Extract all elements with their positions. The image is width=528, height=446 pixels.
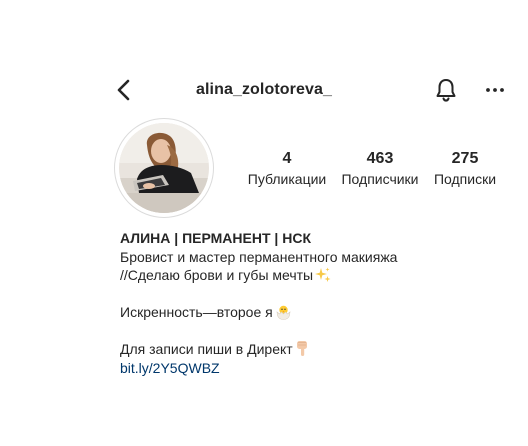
- profile-stats: 4 Публикации 463 Подписчики 275 Подписки: [240, 150, 510, 194]
- pointing-down-icon: [295, 340, 310, 362]
- notifications-button[interactable]: [433, 76, 459, 104]
- bio-line-3: Искренность—второе я: [120, 303, 500, 322]
- following-label: Подписки: [433, 171, 497, 187]
- profile-avatar[interactable]: [114, 118, 214, 218]
- profile-header: alina_zolotoreva_: [0, 70, 528, 110]
- sparkles-icon: [315, 267, 331, 288]
- followers-label: Подписчики: [341, 171, 419, 187]
- bio-line-3-text: Искренность—второе я: [120, 304, 273, 320]
- bio-line-2: //Сделаю брови и губы мечты: [120, 266, 500, 285]
- posts-label: Публикации: [247, 171, 327, 187]
- posts-stat[interactable]: 4 Публикации: [245, 150, 329, 188]
- following-count: 275: [451, 150, 479, 167]
- posts-count: 4: [282, 150, 292, 167]
- bio-line-1: Бровист и мастер перманентного макияжа: [120, 248, 398, 265]
- bell-icon: [433, 79, 459, 108]
- following-stat[interactable]: 275 Подписки: [429, 150, 501, 188]
- more-horizontal-icon: [482, 88, 508, 108]
- bio-line-2-text: //Сделаю брови и губы мечты: [120, 267, 314, 283]
- bio-spacer: [120, 285, 500, 304]
- followers-stat[interactable]: 463 Подписчики: [335, 150, 425, 188]
- bio-line-4: Для записи пиши в Директ: [120, 340, 500, 359]
- more-options-button[interactable]: [482, 76, 508, 104]
- profile-bio: АЛИНА | ПЕРМАНЕНТ | НСК Бровист и мастер…: [120, 229, 500, 377]
- bio-line-4-text: Для записи пиши в Директ: [120, 341, 293, 357]
- followers-count: 463: [366, 150, 394, 167]
- avatar-photo: [119, 123, 209, 213]
- bio-spacer-2: [120, 322, 500, 341]
- profile-display-name: АЛИНА | ПЕРМАНЕНТ | НСК: [120, 230, 311, 246]
- bio-link[interactable]: bit.ly/2Y5QWBZ: [120, 359, 500, 378]
- hatching-chick-icon: [275, 304, 292, 325]
